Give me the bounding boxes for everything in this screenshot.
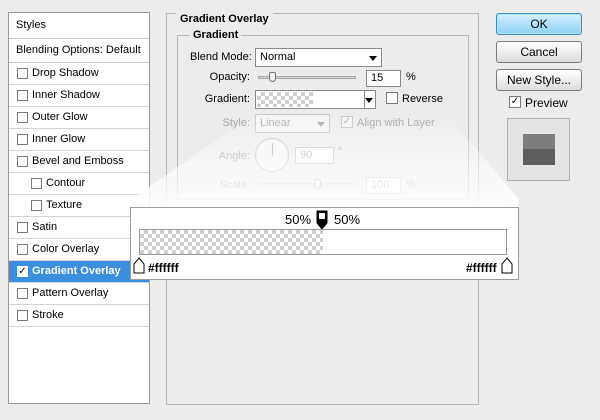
sidebar-checkbox[interactable] [17,134,28,145]
color-stop-right-icon[interactable] [501,257,513,274]
reverse-label: Reverse [402,93,443,105]
style-value: Linear [260,117,291,129]
opacity-input[interactable]: 15 [366,70,401,87]
angle-dial[interactable] [255,138,289,172]
angle-unit: ° [338,146,343,158]
angle-input[interactable]: 90 [295,147,334,164]
blend-mode-value: Normal [260,51,296,63]
sidebar-item-texture[interactable]: Texture [9,195,149,217]
blending-options-item[interactable]: Blending Options: Default [9,39,149,63]
gradient-swatch-transparent [257,92,313,107]
sidebar-item-label: Contour [46,177,86,189]
sidebar-item-label: Outer Glow [32,111,88,123]
chevron-down-icon [317,122,325,127]
sidebar-checkbox[interactable] [17,90,28,101]
sidebar-item-label: Color Overlay [32,243,100,255]
sidebar-item-label: Inner Glow [32,133,86,145]
midpoint-stop-icon[interactable] [316,210,328,230]
sidebar-checkbox[interactable] [17,288,28,299]
sidebar-item-drop-shadow[interactable]: Drop Shadow [9,63,149,85]
blend-mode-label: Blend Mode: [190,51,252,63]
cancel-button[interactable]: Cancel [496,41,582,63]
checkmark-icon: ✓ [18,266,27,277]
preview-swatch-bottom [523,149,555,165]
sidebar-item-gradient-overlay[interactable]: ✓ Gradient Overlay [9,261,149,283]
scale-label: Scale: [219,179,250,191]
scale-slider-thumb[interactable] [314,179,321,189]
stop-right-color: #ffffff [466,261,497,275]
gradient-bar-solid [323,230,506,254]
sidebar-checkbox[interactable] [31,178,42,189]
stop-left-color: #ffffff [148,261,179,275]
align-with-layer-label: Align with Layer [357,117,435,129]
sidebar-item-bevel-and-emboss[interactable]: Bevel and Emboss [9,151,149,173]
gradient-group-title: Gradient [190,29,242,41]
sidebar-checkbox[interactable]: ✓ [17,266,28,277]
sidebar-item-contour[interactable]: Contour [9,173,149,195]
angle-label: Angle: [218,150,250,162]
scale-input[interactable]: 100 [366,177,401,194]
sidebar-item-pattern-overlay[interactable]: Pattern Overlay [9,283,149,305]
sidebar-item-inner-glow[interactable]: Inner Glow [9,129,149,151]
preview-swatch-top [523,134,555,149]
sidebar-item-label: Texture [46,199,83,211]
styles-header[interactable]: Styles [9,13,149,39]
blend-mode-select[interactable]: Normal [255,48,382,67]
chevron-down-icon [369,56,377,61]
sidebar-item-label: Pattern Overlay [32,287,109,299]
sidebar-checkbox[interactable] [17,156,28,167]
sidebar-checkbox[interactable] [17,244,28,255]
gradient-picker[interactable] [255,90,376,109]
checkmark-icon: ✓ [342,116,352,127]
sidebar-checkbox[interactable] [17,68,28,79]
midpoint-right-percent: 50% [334,212,361,227]
sidebar-item-label: Gradient Overlay [32,265,121,277]
midpoint-left-percent: 50% [285,212,312,227]
preview-checkbox[interactable]: ✓ [509,96,521,108]
sidebar-item-label: Satin [32,221,58,233]
gradient-swatch-solid [313,92,363,107]
chevron-down-icon[interactable] [365,98,373,103]
sidebar-item-label: Stroke [32,309,64,321]
sidebar-checkbox[interactable] [31,200,42,211]
sidebar-item-satin[interactable]: Satin [9,217,149,239]
gradient-bar-transparent [140,230,323,254]
style-preview [507,118,570,181]
sidebar-item-outer-glow[interactable]: Outer Glow [9,107,149,129]
sidebar-checkbox[interactable] [17,222,28,233]
scale-unit: % [406,178,416,190]
opacity-slider-thumb[interactable] [268,72,276,82]
panel-title: Gradient Overlay [176,13,273,25]
sidebar-item-color-overlay[interactable]: Color Overlay [9,239,149,261]
sidebar-item-label: Bevel and Emboss [32,155,124,167]
scale-slider[interactable] [258,183,356,186]
new-style-button[interactable]: New Style... [496,69,582,91]
preview-label: Preview [525,96,568,110]
align-with-layer-checkbox[interactable]: ✓ [341,116,353,128]
color-stop-left-icon[interactable] [133,257,145,274]
checkmark-icon: ✓ [510,96,520,107]
gradient-label: Gradient: [204,93,250,105]
sidebar-item-inner-shadow[interactable]: Inner Shadow [9,85,149,107]
sidebar-item-label: Drop Shadow [32,67,99,79]
angle-dial-needle [272,143,273,156]
sidebar-item-stroke[interactable]: Stroke [9,305,149,327]
styles-list: Styles Blending Options: Default Drop Sh… [8,12,150,404]
ok-button[interactable]: OK [496,13,582,35]
sidebar-checkbox[interactable] [17,310,28,321]
gradient-bar[interactable] [139,229,507,255]
opacity-unit: % [406,71,416,83]
style-select[interactable]: Linear [255,114,330,133]
sidebar-item-label: Inner Shadow [32,89,100,101]
opacity-label: Opacity: [209,71,250,83]
reverse-checkbox[interactable] [386,92,398,104]
style-label: Style: [222,117,250,129]
sidebar-checkbox[interactable] [17,112,28,123]
